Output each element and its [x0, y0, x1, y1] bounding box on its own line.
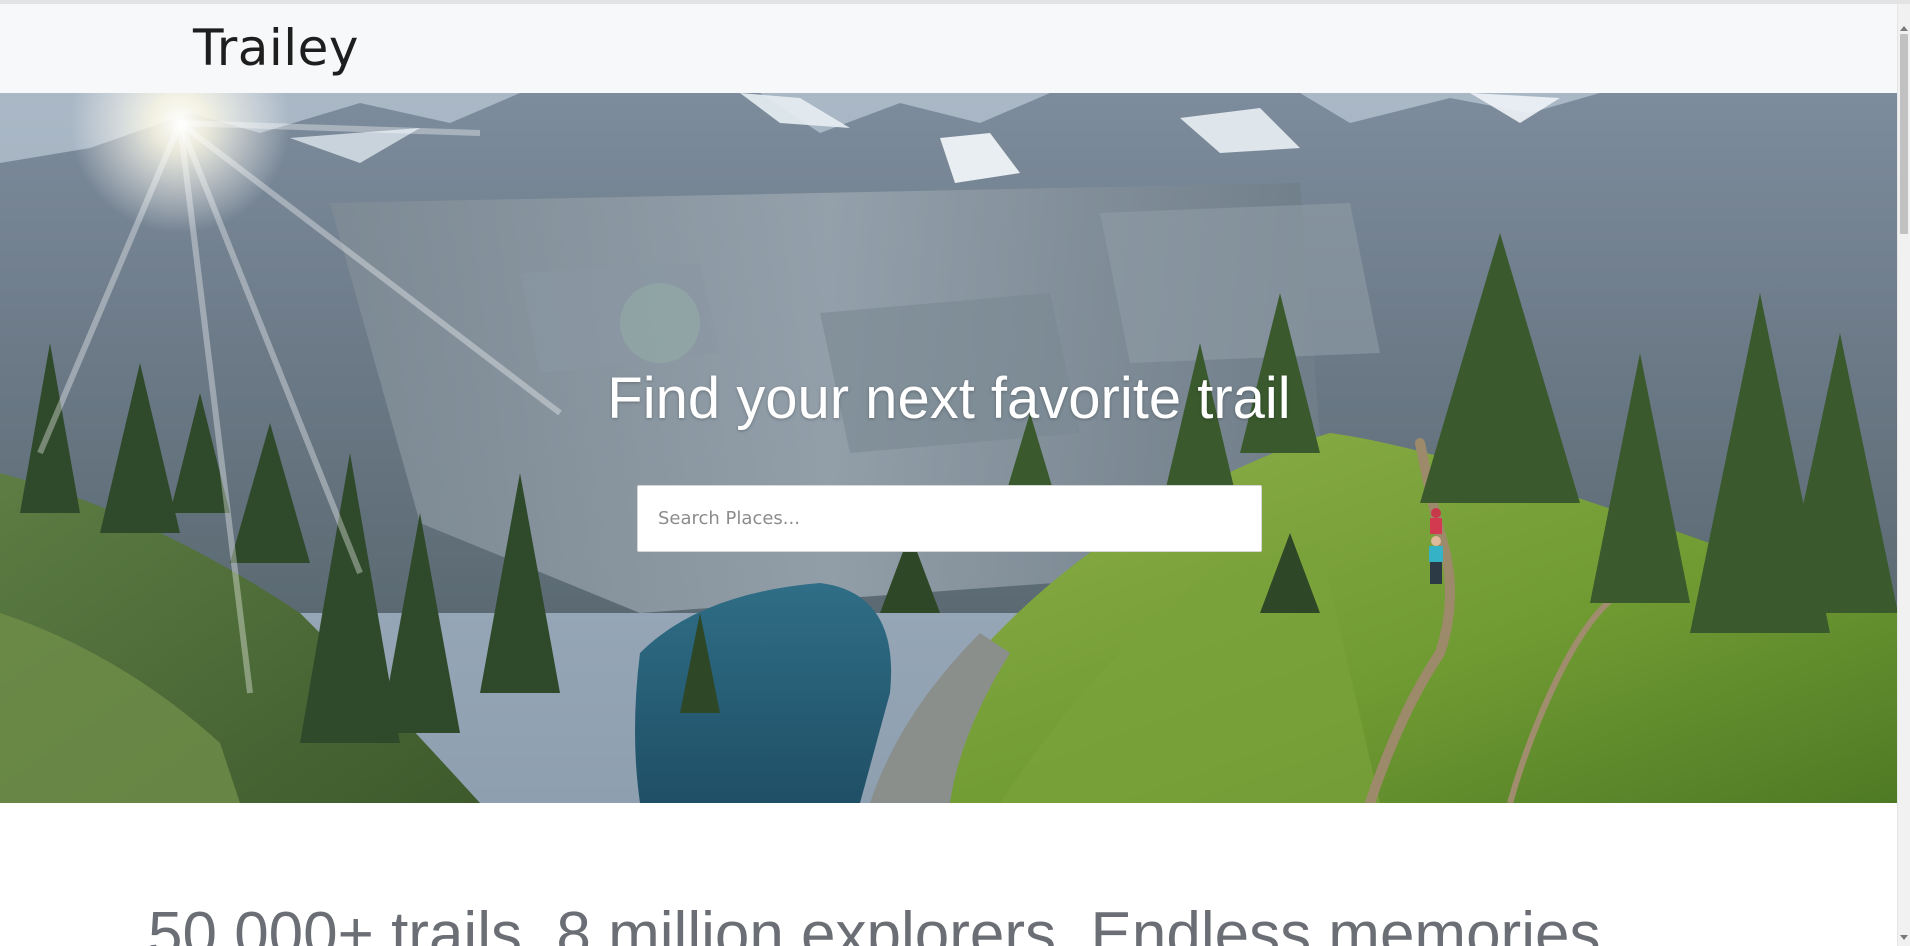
search-box — [637, 485, 1262, 552]
hero-background-image — [0, 93, 1898, 803]
scroll-down-arrow-icon[interactable] — [1900, 935, 1908, 940]
brand-logo[interactable]: Trailey — [193, 18, 359, 78]
hero-title: Find your next favorite trail — [607, 366, 1291, 431]
hero-section: Find your next favorite trail — [0, 93, 1898, 803]
page-scrollbar[interactable] — [1897, 4, 1910, 946]
stats-tagline: 50,000+ trails. 8 million explorers. End… — [148, 900, 1618, 946]
scroll-up-arrow-icon[interactable] — [1900, 26, 1908, 31]
page: Trailey Find your next favorite trail Se… — [0, 0, 1910, 946]
scroll-thumb[interactable] — [1900, 34, 1908, 234]
search-input[interactable] — [638, 486, 1261, 551]
navbar: Trailey — [0, 4, 1898, 93]
